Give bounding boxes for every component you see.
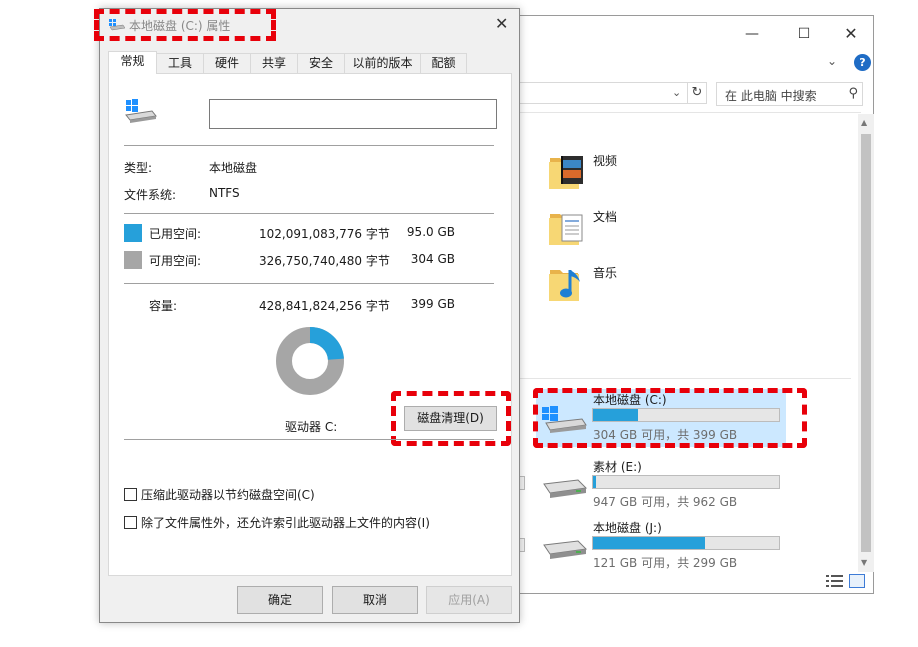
folder-label: 音乐 <box>593 266 618 280</box>
hard-drive-icon <box>543 479 588 498</box>
drive-usage-bar <box>592 475 780 489</box>
drive-item-j[interactable]: 本地磁盘 (J:) 121 GB 可用，共 299 GB <box>536 517 786 575</box>
scroll-up-icon[interactable]: ▲ <box>861 118 867 127</box>
volume-name-input[interactable] <box>209 99 497 129</box>
scrollbar-thumb[interactable] <box>861 134 871 552</box>
chevron-down-icon[interactable]: ⌄ <box>827 54 837 68</box>
ok-button[interactable]: 确定 <box>237 586 323 614</box>
documents-folder-icon <box>549 214 583 245</box>
tab-tools[interactable]: 工具 <box>156 53 204 73</box>
divider <box>516 378 851 379</box>
filesystem-label: 文件系统: <box>124 188 177 202</box>
capacity-gb: 399 GB <box>410 297 455 311</box>
tab-hardware[interactable]: 硬件 <box>203 53 251 73</box>
type-value: 本地磁盘 <box>209 161 258 175</box>
used-space-gb: 95.0 GB <box>406 225 455 239</box>
index-label: 除了文件属性外，还允许索引此驱动器上文件的内容(I) <box>141 516 430 530</box>
search-placeholder: 在 此电脑 中搜索 <box>725 89 817 103</box>
refresh-icon[interactable]: ↻ <box>687 82 707 104</box>
used-space-bytes: 102,091,083,776 字节 <box>259 227 390 241</box>
folder-item-music[interactable]: 音乐 <box>548 262 788 308</box>
folder-item-videos[interactable]: 视频 <box>548 150 788 196</box>
index-checkbox[interactable] <box>124 516 137 529</box>
details-view-icon[interactable] <box>826 574 844 588</box>
tab-general[interactable]: 常规 <box>108 51 157 74</box>
divider <box>124 145 494 146</box>
folder-label: 文档 <box>593 210 618 224</box>
large-icons-view-icon[interactable] <box>849 574 865 588</box>
drive-usage-fill <box>593 537 705 549</box>
apply-button[interactable]: 应用(A) <box>426 586 512 614</box>
windows-drive-icon <box>125 99 157 123</box>
hard-drive-icon <box>543 540 588 559</box>
vertical-scrollbar[interactable]: ▲ ▼ <box>858 114 874 572</box>
close-icon[interactable]: ✕ <box>836 24 866 44</box>
divider <box>516 112 861 113</box>
disk-usage-donut <box>276 327 344 395</box>
properties-dialog: 本地磁盘 (C:) 属性 ✕ 常规 工具 硬件 共享 安全 以前的版本 配额 类… <box>94 8 520 623</box>
tab-sharing[interactable]: 共享 <box>250 53 298 73</box>
drive-usage-bar <box>592 536 780 550</box>
drive-space-text: 121 GB 可用，共 299 GB <box>593 556 738 570</box>
type-label: 类型: <box>124 161 153 175</box>
close-icon[interactable]: ✕ <box>495 14 508 33</box>
compress-label: 压缩此驱动器以节约磁盘空间(C) <box>141 488 315 502</box>
help-icon[interactable]: ? <box>854 54 871 71</box>
free-space-swatch <box>124 251 142 269</box>
compress-checkbox[interactable] <box>124 488 137 501</box>
drive-usage-fill <box>593 476 596 488</box>
search-input[interactable]: 在 此电脑 中搜索 ⚲ <box>716 82 863 106</box>
annotation-highlight-box <box>94 9 276 41</box>
folder-item-documents[interactable]: 文档 <box>548 206 788 252</box>
filesystem-value: NTFS <box>209 186 240 200</box>
free-space-bytes: 326,750,740,480 字节 <box>259 254 390 268</box>
explorer-window: — ☐ ✕ ⌄ ? ⌄ ↻ 在 此电脑 中搜索 ⚲ ▲ ▼ 视频 文档 音乐 本… <box>515 15 874 594</box>
folder-label: 视频 <box>593 154 618 168</box>
drive-label: 素材 (E:) <box>593 460 642 474</box>
general-tab-page: 类型: 本地磁盘 文件系统: NTFS 已用空间: 102,091,083,77… <box>108 73 512 576</box>
maximize-icon[interactable]: ☐ <box>789 24 819 44</box>
minimize-icon[interactable]: — <box>737 24 767 44</box>
music-folder-icon <box>549 270 580 301</box>
tab-security[interactable]: 安全 <box>297 53 345 73</box>
used-space-label: 已用空间: <box>149 227 202 241</box>
search-icon[interactable]: ⚲ <box>848 86 858 101</box>
cancel-button[interactable]: 取消 <box>332 586 418 614</box>
divider <box>124 283 494 284</box>
drive-letter-label: 驱动器 C: <box>285 420 338 434</box>
used-space-swatch <box>124 224 142 242</box>
scroll-down-icon[interactable]: ▼ <box>861 558 867 567</box>
free-space-label: 可用空间: <box>149 254 202 268</box>
divider <box>124 439 494 440</box>
tab-quota[interactable]: 配额 <box>420 53 467 73</box>
drive-item-e[interactable]: 素材 (E:) 947 GB 可用，共 962 GB <box>536 456 786 514</box>
tab-previous-versions[interactable]: 以前的版本 <box>344 53 421 73</box>
divider <box>124 213 494 214</box>
videos-folder-icon <box>549 156 583 189</box>
drive-label: 本地磁盘 (J:) <box>593 521 662 535</box>
drive-space-text: 947 GB 可用，共 962 GB <box>593 495 738 509</box>
capacity-label: 容量: <box>149 299 178 313</box>
address-dropdown-icon[interactable]: ⌄ <box>672 86 681 99</box>
address-bar[interactable]: ⌄ <box>516 82 688 104</box>
free-space-gb: 304 GB <box>410 252 455 266</box>
annotation-highlight-box <box>391 391 511 446</box>
annotation-highlight-box <box>533 388 807 448</box>
capacity-bytes: 428,841,824,256 字节 <box>259 299 390 313</box>
